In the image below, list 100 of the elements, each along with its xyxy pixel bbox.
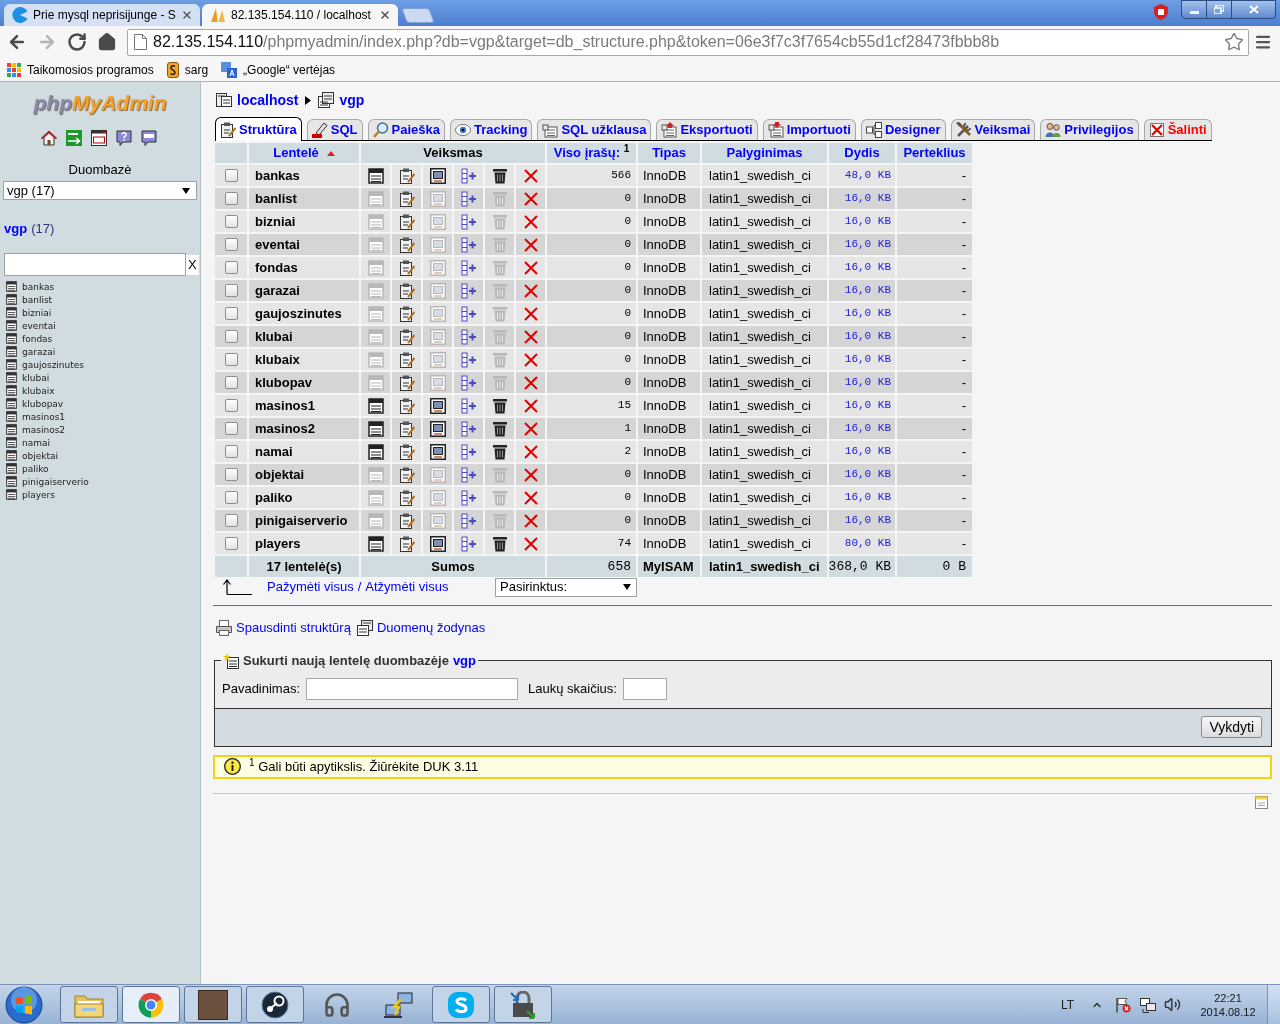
table-link[interactable]: bankas <box>22 280 55 293</box>
table-link[interactable]: gaujoszinutes <box>22 358 84 371</box>
checkbox[interactable] <box>224 422 238 435</box>
table-cell[interactable]: bizniai <box>249 211 359 232</box>
tab[interactable]: Struktūra <box>215 117 302 141</box>
checkbox[interactable] <box>224 468 238 481</box>
bar-plus-icon[interactable] <box>460 512 477 529</box>
back-icon[interactable] <box>7 32 27 52</box>
clipboard-icon[interactable] <box>398 351 415 368</box>
show-desktop-button[interactable] <box>1267 985 1280 1024</box>
star-icon[interactable] <box>1224 32 1244 52</box>
checkbox[interactable] <box>224 514 238 527</box>
tab[interactable]: Privilegijos <box>1040 119 1139 140</box>
column-header[interactable]: Palyginimas <box>702 143 827 163</box>
table-cell[interactable]: fondas <box>249 257 359 278</box>
database-link[interactable]: vgp <box>452 651 476 671</box>
uncheck-all-link[interactable]: Atžymėti visus <box>365 577 449 597</box>
bar-plus-icon[interactable] <box>460 213 477 230</box>
new-tab-button[interactable] <box>401 8 435 23</box>
home-icon[interactable] <box>97 32 117 52</box>
table-cell[interactable]: eventai <box>249 234 359 255</box>
table-cell[interactable]: masinos2 <box>249 418 359 439</box>
cross-icon[interactable] <box>523 444 538 459</box>
trash-icon[interactable] <box>491 443 508 460</box>
table-link[interactable]: masinos2 <box>22 423 66 436</box>
table-grid-icon[interactable] <box>367 535 384 552</box>
taskbar-button[interactable] <box>246 986 304 1023</box>
table-cell[interactable]: garazai <box>249 280 359 301</box>
checkbox[interactable] <box>224 215 238 228</box>
clipboard-icon[interactable] <box>398 282 415 299</box>
table-link[interactable]: pinigaiserverio <box>22 475 89 488</box>
table-cell[interactable]: masinos1 <box>249 395 359 416</box>
bar-plus-icon[interactable] <box>460 190 477 207</box>
close-button[interactable] <box>1232 0 1276 19</box>
flag-icon[interactable] <box>1115 996 1131 1013</box>
column-header[interactable]: Lentelė <box>249 143 359 163</box>
cross-icon[interactable] <box>523 260 538 275</box>
table-link[interactable]: banlist <box>22 293 53 306</box>
table-cell[interactable]: bankas <box>249 165 359 186</box>
clipboard-icon[interactable] <box>398 397 415 414</box>
clipboard-icon[interactable] <box>398 489 415 506</box>
bar-plus-icon[interactable] <box>460 351 477 368</box>
table-cell[interactable]: pinigaiserverio <box>249 510 359 531</box>
checkbox[interactable] <box>224 330 238 343</box>
tab[interactable]: SQL užklausa <box>537 119 652 140</box>
cross-icon[interactable] <box>523 536 538 551</box>
network-icon[interactable] <box>1140 996 1156 1013</box>
cross-icon[interactable] <box>523 352 538 367</box>
clipboard-icon[interactable] <box>398 420 415 437</box>
column-header[interactable]: Perteklius <box>897 143 972 163</box>
table-cell[interactable]: players <box>249 533 359 554</box>
bar-plus-icon[interactable] <box>460 443 477 460</box>
database-select[interactable]: vgp (17) <box>3 181 197 200</box>
frame-icon[interactable] <box>429 443 446 460</box>
tab[interactable]: Designer <box>860 119 946 140</box>
cross-icon[interactable] <box>523 306 538 321</box>
table-link[interactable]: klubopav <box>22 397 64 410</box>
start-orb-icon[interactable] <box>5 985 43 1024</box>
table-name-field[interactable] <box>306 677 519 700</box>
cross-icon[interactable] <box>523 237 538 252</box>
clipboard-icon[interactable] <box>398 167 415 184</box>
table-cell[interactable]: gaujoszinutes <box>249 303 359 324</box>
clipboard-icon[interactable] <box>398 190 415 207</box>
submit-button[interactable]: Vykdyti <box>1201 716 1262 738</box>
menu-icon[interactable] <box>1254 33 1272 51</box>
checkbox[interactable] <box>224 445 238 458</box>
reload-icon[interactable] <box>67 32 87 52</box>
table-cell[interactable]: namai <box>249 441 359 462</box>
trash-icon[interactable] <box>491 397 508 414</box>
table-grid-icon[interactable] <box>367 397 384 414</box>
bookmark[interactable]: Taikomosios programos <box>7 60 154 79</box>
tab[interactable]: Veiksmai <box>950 119 1036 140</box>
table-link[interactable]: bizniai <box>22 306 52 319</box>
frame-icon[interactable] <box>429 535 446 552</box>
clipboard-icon[interactable] <box>398 259 415 276</box>
cross-icon[interactable] <box>523 421 538 436</box>
clipboard-icon[interactable] <box>398 374 415 391</box>
bar-plus-icon[interactable] <box>460 489 477 506</box>
bar-plus-icon[interactable] <box>460 259 477 276</box>
checkbox[interactable] <box>224 399 238 412</box>
table-link[interactable]: objektai <box>22 449 58 462</box>
cross-icon[interactable] <box>523 214 538 229</box>
language-indicator[interactable]: LT <box>1060 995 1074 1014</box>
bookmark[interactable]: „Google“ vertėjas <box>221 60 336 79</box>
note-icon[interactable] <box>1255 795 1268 809</box>
tab[interactable]: SQL <box>306 119 363 140</box>
bar-plus-icon[interactable] <box>460 397 477 414</box>
clipboard-icon[interactable] <box>398 213 415 230</box>
table-link[interactable]: fondas <box>22 332 53 345</box>
table-grid-icon[interactable] <box>367 167 384 184</box>
clipboard-icon[interactable] <box>398 305 415 322</box>
trash-icon[interactable] <box>491 420 508 437</box>
column-header[interactable]: Dydis <box>829 143 895 163</box>
bar-plus-icon[interactable] <box>460 167 477 184</box>
bar-plus-icon[interactable] <box>460 282 477 299</box>
bar-plus-icon[interactable] <box>460 305 477 322</box>
with-selected-select[interactable]: Pasirinktus: <box>495 577 637 597</box>
checkbox[interactable] <box>224 169 238 182</box>
cross-icon[interactable] <box>523 513 538 528</box>
tab[interactable]: Eksportuoti <box>656 119 758 140</box>
